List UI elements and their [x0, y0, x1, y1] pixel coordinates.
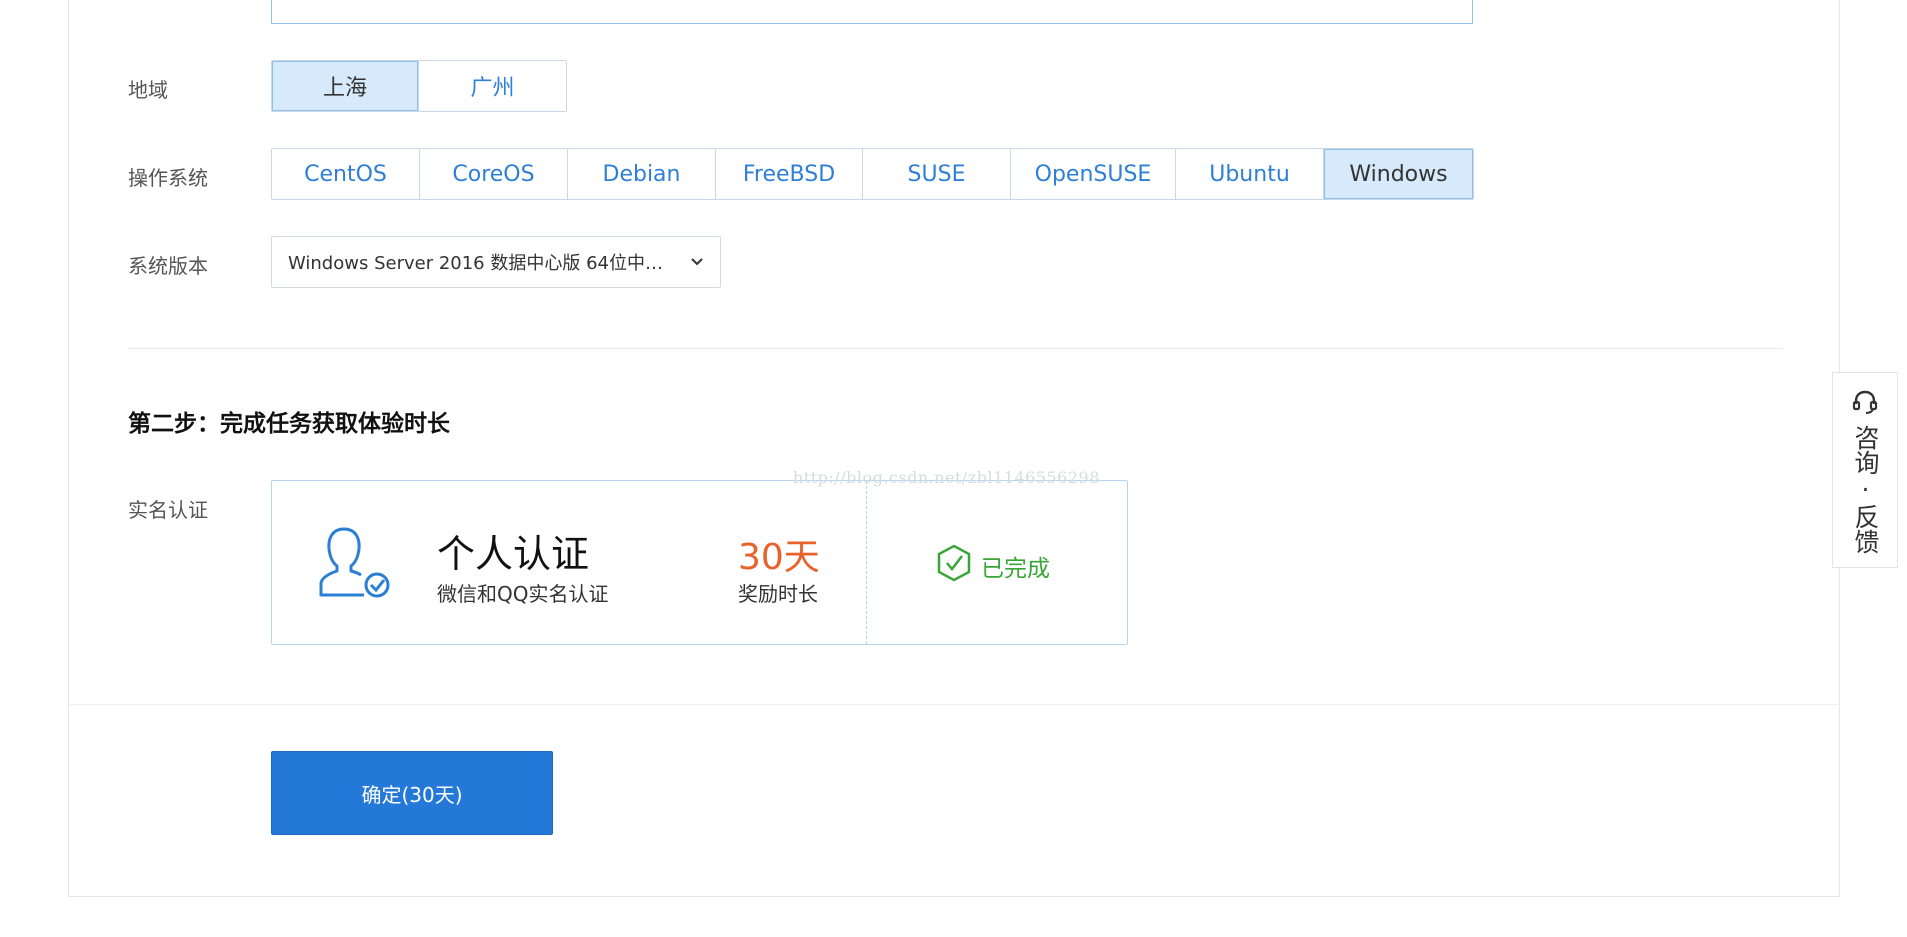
headset-icon — [1852, 390, 1878, 414]
os-selector: CentOS CoreOS Debian FreeBSD SUSE OpenSU… — [271, 148, 1474, 200]
os-option-coreos[interactable]: CoreOS — [420, 149, 568, 199]
region-option-guangzhou[interactable]: 广州 — [419, 61, 566, 111]
region-label: 地域 — [128, 78, 168, 102]
version-select-value: Windows Server 2016 数据中心版 64位中… — [288, 253, 663, 274]
os-option-centos[interactable]: CentOS — [272, 149, 420, 199]
os-option-suse[interactable]: SUSE — [863, 149, 1011, 199]
card-title: 个人认证 — [437, 532, 590, 576]
os-option-opensuse[interactable]: OpenSUSE — [1011, 149, 1176, 199]
top-input-field[interactable] — [271, 0, 1473, 24]
chevron-down-icon — [691, 258, 703, 266]
card-separator — [866, 481, 867, 644]
region-option-shanghai[interactable]: 上海 — [272, 61, 419, 111]
reward-value: 30天 — [738, 537, 820, 578]
os-option-ubuntu[interactable]: Ubuntu — [1176, 149, 1324, 199]
region-selector: 上海 广州 — [271, 60, 567, 112]
section-divider — [128, 348, 1783, 349]
feedback-float-button[interactable]: 咨询·反馈 — [1832, 372, 1898, 568]
version-select[interactable]: Windows Server 2016 数据中心版 64位中… — [271, 236, 721, 288]
os-option-windows[interactable]: Windows — [1324, 149, 1473, 199]
check-shield-icon — [937, 544, 971, 582]
status-completed: 已完成 — [981, 556, 1050, 582]
step2-title: 第二步：完成任务获取体验时长 — [128, 411, 450, 437]
task-label: 实名认证 — [128, 498, 208, 522]
card-subtitle: 微信和QQ实名认证 — [437, 582, 609, 606]
feedback-label: 咨询·反馈 — [1851, 425, 1880, 554]
reward-label: 奖励时长 — [738, 582, 818, 606]
os-label: 操作系统 — [128, 166, 208, 190]
watermark: http://blog.csdn.net/zbl1146556298 — [793, 468, 1100, 487]
version-label: 系统版本 — [128, 254, 208, 278]
os-option-debian[interactable]: Debian — [568, 149, 716, 199]
os-option-freebsd[interactable]: FreeBSD — [716, 149, 863, 199]
user-verified-icon — [319, 527, 390, 598]
confirm-button[interactable]: 确定(30天) — [271, 751, 553, 835]
footer-divider — [68, 704, 1840, 705]
personal-verification-card[interactable]: 个人认证 微信和QQ实名认证 30天 奖励时长 已完成 — [271, 480, 1128, 645]
